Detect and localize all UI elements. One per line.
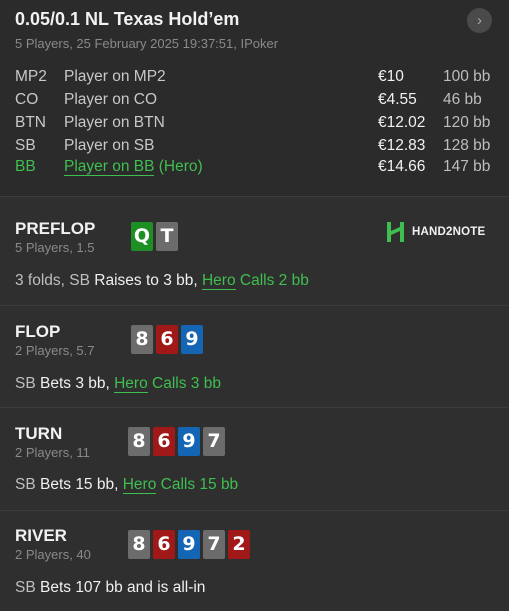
player-position: SB — [15, 137, 36, 154]
action-actor: SB — [15, 476, 36, 493]
hero-action-text: Calls 15 bb — [156, 476, 239, 493]
player-name: Player on BTN — [64, 114, 165, 131]
player-stack-bb: 120 bb — [443, 114, 491, 131]
hero-action: Hero Calls 2 bb — [201, 272, 309, 290]
street-name: FLOP — [15, 322, 61, 341]
player-stack-bb: 46 bb — [443, 91, 482, 108]
player-position: MP2 — [15, 68, 47, 85]
street-river: RIVER 2 Players, 40 8 6 9 7 2 SB Bets 10… — [0, 510, 509, 611]
board-cards: 8 6 9 7 2 — [128, 530, 250, 559]
card: 9 — [178, 427, 200, 456]
player-stack: €12.02 — [378, 114, 426, 131]
street-action: 3 folds, SB Raises to 3 bb, Hero Calls 2… — [15, 272, 309, 290]
hand2note-logo: HAND2NOTE — [385, 221, 485, 243]
action-actor: 3 folds, SB — [15, 272, 90, 289]
hand-history-panel: 0.05/0.1 NL Texas Hold’em 5 Players, 25 … — [0, 0, 509, 611]
chevron-right-icon[interactable]: › — [467, 8, 492, 33]
player-position: BB — [15, 158, 36, 175]
street-pot: 5 Players, 1.5 — [15, 240, 95, 255]
hero-action: Hero Calls 15 bb — [122, 476, 239, 494]
player-stack-bb: 147 bb — [443, 158, 491, 175]
player-row-co: CO Player on CO €4.55 46 bb — [0, 91, 509, 113]
hero-suffix: (Hero) — [154, 158, 203, 175]
card: 9 — [178, 530, 200, 559]
board-cards: 8 6 9 7 — [128, 427, 225, 456]
player-row-btn: BTN Player on BTN €12.02 120 bb — [0, 114, 509, 136]
street-name: PREFLOP — [15, 219, 96, 238]
street-pot: 2 Players, 40 — [15, 547, 91, 562]
card: 6 — [156, 325, 178, 354]
hero-link[interactable]: Hero — [122, 476, 157, 494]
card: Q — [131, 222, 153, 251]
street-turn: TURN 2 Players, 11 8 6 9 7 SB Bets 15 bb… — [0, 407, 509, 510]
player-name: Player on MP2 — [64, 68, 166, 85]
hero-name[interactable]: Player on BB (Hero) — [64, 158, 203, 176]
card: 8 — [128, 530, 150, 559]
hand2note-icon — [387, 222, 404, 242]
player-stack: €4.55 — [378, 91, 417, 108]
player-stack: €12.83 — [378, 137, 426, 154]
street-flop: FLOP 2 Players, 5.7 8 6 9 SB Bets 3 bb, … — [0, 305, 509, 407]
player-row-sb: SB Player on SB €12.83 128 bb — [0, 137, 509, 159]
hero-link[interactable]: Hero — [201, 272, 236, 290]
card: 6 — [153, 427, 175, 456]
player-stack: €14.66 — [378, 158, 426, 175]
card: 6 — [153, 530, 175, 559]
action-actor: SB — [15, 579, 36, 596]
street-pot: 2 Players, 11 — [15, 445, 90, 460]
card: 8 — [128, 427, 150, 456]
action-actor: SB — [15, 375, 36, 392]
street-preflop: PREFLOP 5 Players, 1.5 Q T HAND2NOTE 3 f… — [0, 196, 509, 305]
player-row-bb-hero: BB Player on BB (Hero) €14.66 147 bb — [0, 158, 509, 180]
card: 7 — [203, 427, 225, 456]
hand-header: 0.05/0.1 NL Texas Hold’em 5 Players, 25 … — [0, 0, 509, 196]
player-stack: €10 — [378, 68, 404, 85]
card: T — [156, 222, 178, 251]
card: 2 — [228, 530, 250, 559]
hero-action-text: Calls 2 bb — [235, 272, 309, 289]
hero-name-link[interactable]: Player on BB — [64, 158, 155, 176]
player-stack-bb: 100 bb — [443, 68, 491, 85]
game-title: 0.05/0.1 NL Texas Hold’em — [15, 9, 240, 29]
hero-action-text: Calls 3 bb — [147, 375, 221, 392]
player-stack-bb: 128 bb — [443, 137, 491, 154]
action-text: Bets 107 bb and is all-in — [35, 579, 206, 596]
hand2note-logo-text: HAND2NOTE — [412, 226, 486, 238]
card: 9 — [181, 325, 203, 354]
action-text: Raises to 3 bb, — [89, 272, 202, 289]
action-text: Bets 3 bb, — [35, 375, 115, 392]
card: 7 — [203, 530, 225, 559]
street-name: RIVER — [15, 526, 67, 545]
hand-info: 5 Players, 25 February 2025 19:37:51, IP… — [15, 36, 279, 51]
player-row-mp2: MP2 Player on MP2 €10 100 bb — [0, 68, 509, 90]
hero-action: Hero Calls 3 bb — [114, 375, 221, 393]
street-action: SB Bets 107 bb and is all-in — [15, 579, 205, 597]
player-name: Player on SB — [64, 137, 155, 154]
hero-link[interactable]: Hero — [114, 375, 148, 393]
street-pot: 2 Players, 5.7 — [15, 343, 95, 358]
street-name: TURN — [15, 424, 63, 443]
street-action: SB Bets 3 bb, Hero Calls 3 bb — [15, 375, 221, 393]
street-action: SB Bets 15 bb, Hero Calls 15 bb — [15, 476, 238, 494]
player-position: CO — [15, 91, 39, 108]
player-position: BTN — [15, 114, 46, 131]
hole-cards: Q T — [131, 222, 178, 251]
card: 8 — [131, 325, 153, 354]
player-name: Player on CO — [64, 91, 158, 108]
action-text: Bets 15 bb, — [35, 476, 123, 493]
board-cards: 8 6 9 — [131, 325, 203, 354]
